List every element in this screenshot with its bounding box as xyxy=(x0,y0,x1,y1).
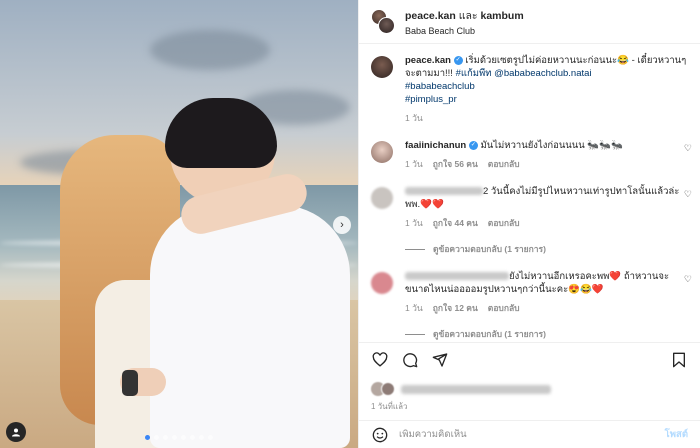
man-shirt xyxy=(150,205,350,448)
emoji-icon xyxy=(372,427,388,442)
emoji-button[interactable] xyxy=(371,426,389,444)
hashtag-link[interactable]: #bababeachclub xyxy=(405,81,475,92)
location-link[interactable]: Baba Beach Club xyxy=(405,26,524,36)
comment: faaiinichanun ✓ มันไม่หวานยังไงก่อนนนน 🐜… xyxy=(371,139,692,171)
avatar-kambum xyxy=(378,16,395,34)
comment-meta: 1 วัน ถูกใจ 56 คน ตอบกลับ xyxy=(405,158,688,171)
user-tag-icon xyxy=(12,428,20,437)
post-photo: › xyxy=(0,0,358,448)
header-text: peace.kan และ kambum Baba Beach Club xyxy=(405,7,524,36)
avatar[interactable] xyxy=(371,272,393,294)
header-user-link[interactable]: peace.kan xyxy=(405,10,456,22)
carousel-dot xyxy=(154,435,159,440)
verified-badge-icon: ✓ xyxy=(468,140,478,150)
post-header: peace.kan และ kambum Baba Beach Club xyxy=(359,0,700,44)
carousel-dot xyxy=(163,435,168,440)
hashtag-link[interactable]: #pimplus_pr xyxy=(405,94,457,105)
bookmark-icon xyxy=(673,352,685,367)
likes-row[interactable] xyxy=(359,376,700,398)
blurred-username xyxy=(405,272,509,281)
carousel-dot xyxy=(199,435,204,440)
avatar[interactable] xyxy=(371,187,393,209)
comment: 2 วันนี้คงไม่มีรูปไหนหวานเท่ารูปทาโลนั้น… xyxy=(371,185,692,230)
carousel-dot xyxy=(190,435,195,440)
comment-time: 1 วัน xyxy=(405,218,423,228)
comment-input[interactable] xyxy=(399,429,655,440)
cloud xyxy=(150,30,270,70)
header-user-link[interactable]: kambum xyxy=(480,10,523,22)
comment-username[interactable]: faaiinichanun xyxy=(405,140,466,151)
view-replies-label: ดูข้อความตอบกลับ (1 รายการ) xyxy=(433,244,546,254)
header-users: peace.kan และ kambum xyxy=(405,7,524,24)
caption-meta: 1 วัน xyxy=(405,112,688,125)
comment-text: มันไม่หวานยังไงก่อนนนน 🐜🐜🐜 xyxy=(477,140,623,151)
avatar[interactable] xyxy=(371,141,393,163)
caption-time: 1 วัน xyxy=(405,113,423,123)
post-side-panel: peace.kan และ kambum Baba Beach Club pea… xyxy=(358,0,700,448)
divider xyxy=(405,333,425,335)
comments-section: peace.kan ✓ เริ่มด้วยเซตรูปไม่ค่อยหวานนะ… xyxy=(359,44,700,342)
comment-meta: 1 วัน ถูกใจ 44 คน ตอบกลับ xyxy=(405,217,688,230)
comment-time: 1 วัน xyxy=(405,303,423,313)
view-replies-button[interactable]: ดูข้อความตอบกลับ (1 รายการ) xyxy=(405,327,688,341)
instagram-post: › peace.kan และ kambum Baba Beach Club p… xyxy=(0,0,700,448)
mention-link[interactable]: @bababeachclub.natai xyxy=(492,68,591,79)
avatar xyxy=(381,382,395,396)
comment-likes[interactable]: ถูกใจ 44 คน xyxy=(433,217,478,230)
share-icon xyxy=(432,352,448,367)
comment-body: faaiinichanun ✓ มันไม่หวานยังไงก่อนนนน 🐜… xyxy=(405,139,688,171)
save-button[interactable] xyxy=(670,351,688,369)
reply-button[interactable]: ตอบกลับ xyxy=(488,158,520,171)
comment-body: 2 วันนี้คงไม่มีรูปไหนหวานเท่ารูปทาโลนั้น… xyxy=(405,185,688,230)
reply-button[interactable]: ตอบกลับ xyxy=(488,217,520,230)
carousel-dot xyxy=(181,435,186,440)
heart-icon xyxy=(372,352,388,367)
view-replies-button[interactable]: ดูข้อความตอบกลับ (1 รายการ) xyxy=(405,242,688,256)
share-button[interactable] xyxy=(431,351,449,369)
verified-badge-icon: ✓ xyxy=(453,55,463,65)
reply-button[interactable]: ตอบกลับ xyxy=(488,302,520,315)
action-bar xyxy=(359,342,700,376)
carousel-dot xyxy=(208,435,213,440)
divider xyxy=(405,248,425,250)
add-comment-bar: โพสต์ xyxy=(359,420,700,448)
like-button[interactable] xyxy=(371,351,389,369)
comment-meta: 1 วัน ถูกใจ 12 คน ตอบกลับ xyxy=(405,302,688,315)
heart-icon[interactable]: ♡ xyxy=(684,189,692,200)
next-photo-button[interactable]: › xyxy=(333,216,351,234)
post-time: 1 วันที่แล้ว xyxy=(371,402,408,411)
post-button[interactable]: โพสต์ xyxy=(665,427,688,442)
heart-icon[interactable]: ♡ xyxy=(684,274,692,285)
blurred-likes-text xyxy=(401,384,551,394)
caption-username[interactable]: peace.kan xyxy=(405,55,451,66)
comment-icon xyxy=(403,352,418,367)
comment-likes[interactable]: ถูกใจ 12 คน xyxy=(433,302,478,315)
carousel-dot xyxy=(172,435,177,440)
comment-body: ยังไม่หวานอีกเหรอคะพพ❤️ ถ้าหวานจะขนาดไหน… xyxy=(405,270,688,315)
blurred-username xyxy=(405,187,483,196)
comment-likes[interactable]: ถูกใจ 56 คน xyxy=(433,158,478,171)
avatar[interactable] xyxy=(371,8,395,35)
caption-body: peace.kan ✓ เริ่มด้วยเซตรูปไม่ค่อยหวานนะ… xyxy=(405,54,688,125)
comment-button[interactable] xyxy=(401,351,419,369)
chevron-right-icon: › xyxy=(340,219,344,231)
carousel-dots xyxy=(0,435,358,440)
caption: peace.kan ✓ เริ่มด้วยเซตรูปไม่ค่อยหวานนะ… xyxy=(371,54,688,125)
wristwatch xyxy=(122,370,138,396)
hashtag-link[interactable]: #แก้มพีท xyxy=(456,68,492,79)
carousel-dot xyxy=(145,435,150,440)
tagged-users-button[interactable] xyxy=(6,422,26,442)
avatar[interactable] xyxy=(371,56,393,78)
view-replies-label: ดูข้อความตอบกลับ (1 รายการ) xyxy=(433,329,546,339)
comment: ยังไม่หวานอีกเหรอคะพพ❤️ ถ้าหวานจะขนาดไหน… xyxy=(371,270,692,315)
comment-time: 1 วัน xyxy=(405,159,423,169)
heart-icon[interactable]: ♡ xyxy=(684,143,692,154)
header-and: และ xyxy=(455,10,481,22)
